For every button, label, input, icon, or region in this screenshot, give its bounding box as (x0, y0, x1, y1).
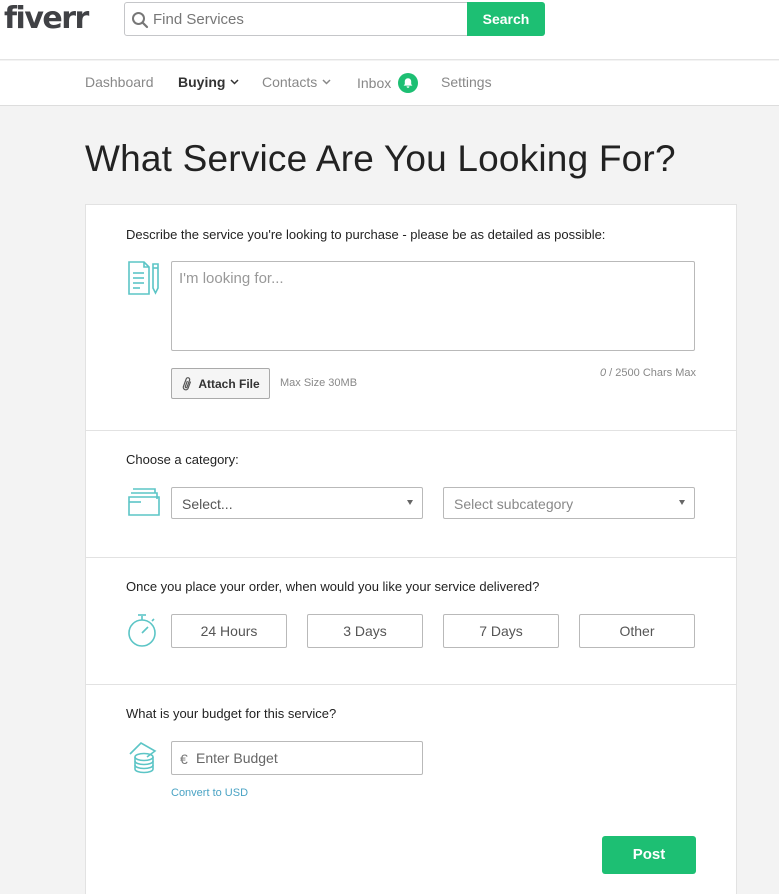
coins-icon (129, 742, 157, 774)
delivery-label: Once you place your order, when would yo… (126, 579, 540, 594)
char-counter: 0 / 2500 Chars Max (600, 367, 696, 379)
nav-item-buying[interactable]: Buying (178, 74, 239, 90)
delivery-option-3-days[interactable]: 3 Days (307, 614, 423, 648)
paperclip-icon (183, 376, 192, 390)
caret-down-icon (679, 500, 685, 505)
search-icon (132, 12, 149, 29)
nav-item-settings[interactable]: Settings (441, 74, 492, 90)
delivery-option-other[interactable]: Other (579, 614, 695, 648)
search-button[interactable]: Search (467, 2, 545, 36)
nav-item-label: Buying (178, 74, 226, 90)
nav-item-label: Dashboard (85, 74, 154, 90)
delivery-section: Once you place your order, when would yo… (86, 558, 736, 685)
category-label: Choose a category: (126, 452, 239, 467)
budget-label: What is your budget for this service? (126, 706, 337, 721)
caret-down-icon (407, 500, 413, 505)
search-input[interactable] (153, 3, 463, 35)
nav-item-label: Settings (441, 74, 492, 90)
subcategory-select[interactable]: Select subcategory (443, 487, 695, 519)
request-form-card: Describe the service you're looking to p… (85, 204, 737, 894)
chevron-down-icon (322, 79, 331, 85)
bell-icon (398, 73, 419, 93)
document-pencil-icon (128, 261, 159, 295)
description-textarea[interactable] (171, 261, 695, 351)
convert-to-usd-link[interactable]: Convert to USD (171, 787, 248, 799)
budget-input-wrapper: € (171, 741, 423, 775)
top-bar: fiverr Search (0, 0, 779, 60)
nav-item-dashboard[interactable]: Dashboard (85, 74, 154, 90)
nav-item-contacts[interactable]: Contacts (262, 74, 331, 90)
stopwatch-icon (128, 614, 156, 647)
post-button[interactable]: Post (602, 836, 696, 874)
category-select-value: Select... (182, 496, 233, 512)
delivery-option-7-days[interactable]: 7 Days (443, 614, 559, 648)
fiverr-logo[interactable]: fiverr (4, 1, 89, 36)
delivery-option-24-hours[interactable]: 24 Hours (171, 614, 287, 648)
main-nav: Dashboard Buying Contacts Inbox Settings (0, 61, 779, 106)
category-select[interactable]: Select... (171, 487, 423, 519)
attach-file-label: Attach File (198, 376, 260, 391)
category-section: Choose a category: Select... Select subc… (86, 431, 736, 558)
nav-item-label: Inbox (357, 75, 392, 91)
char-count-max: / 2500 Chars Max (606, 367, 696, 379)
search-box: Search (124, 2, 545, 36)
budget-section: What is your budget for this service? € … (86, 685, 736, 894)
description-label: Describe the service you're looking to p… (126, 227, 606, 242)
attach-file-button[interactable]: Attach File (171, 368, 270, 399)
nav-item-label: Contacts (262, 74, 318, 90)
max-size-note: Max Size 30MB (280, 377, 358, 389)
page-title: What Service Are You Looking For? (85, 138, 676, 179)
subcategory-select-value: Select subcategory (454, 496, 574, 512)
nav-item-inbox[interactable]: Inbox (357, 73, 419, 93)
description-section: Describe the service you're looking to p… (86, 205, 736, 431)
folder-icon (128, 488, 160, 516)
chevron-down-icon (230, 79, 239, 85)
currency-symbol: € (180, 751, 188, 767)
budget-input[interactable] (196, 742, 416, 774)
